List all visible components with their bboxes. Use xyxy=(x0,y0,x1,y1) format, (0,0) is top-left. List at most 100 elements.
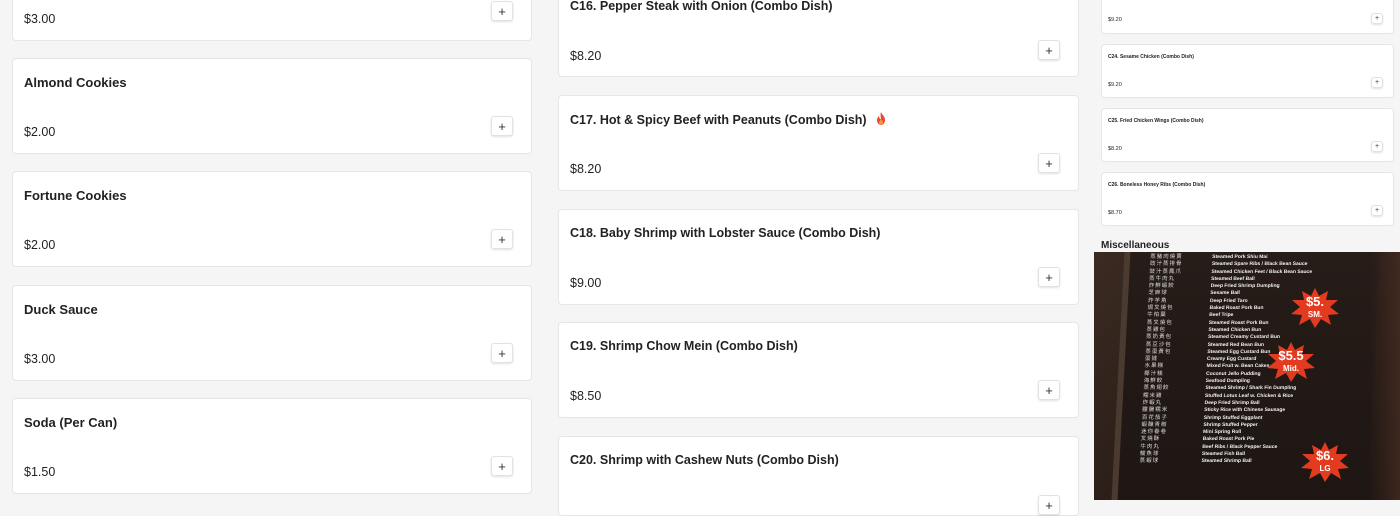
menu-item-card[interactable]: C17. Hot & Spicy Beef with Peanuts (Comb… xyxy=(558,95,1079,191)
english-menu-line: Steamed Chicken Feet / Black Bean Sauce xyxy=(1211,268,1313,275)
add-item-button[interactable]: + xyxy=(1038,40,1060,60)
item-title: C16. Pepper Steak with Onion (Combo Dish… xyxy=(570,0,833,13)
chinese-menu-line: 豉汁蒸鳳爪 xyxy=(1149,268,1183,275)
menu-item-card[interactable]: C24. Sesame Chicken (Combo Dish) $9.20 + xyxy=(1101,44,1394,98)
add-item-button[interactable]: + xyxy=(1371,13,1383,24)
item-title: C17. Hot & Spicy Beef with Peanuts (Comb… xyxy=(570,112,886,127)
item-price: $9.00 xyxy=(570,276,602,290)
menu-item-card[interactable]: C16. Pepper Steak with Onion (Combo Dish… xyxy=(558,0,1079,77)
chinese-menu-line: 糯米雞 xyxy=(1142,392,1163,399)
price-sticker: $5.5 Mid. xyxy=(1266,342,1316,382)
chinese-menu-line: 叉燒酥 xyxy=(1140,436,1161,443)
english-menu-line: Steamed Shrimp Ball xyxy=(1201,458,1252,465)
add-item-button[interactable]: + xyxy=(1371,77,1383,88)
menu-item-card[interactable]: C19. Shrimp Chow Mein (Combo Dish) $8.50… xyxy=(558,322,1079,418)
menu-item-card[interactable]: C26. Boneless Honey Ribs (Combo Dish) $8… xyxy=(1101,172,1394,226)
chinese-menu-line: 水果糕 xyxy=(1144,363,1165,370)
add-item-button[interactable]: + xyxy=(491,116,513,136)
item-price: $3.00 xyxy=(24,352,56,366)
item-title: C25. Fried Chicken Wings (Combo Dish) xyxy=(1108,118,1204,124)
english-menu-line: Sticky Rice with Chinese Sausage xyxy=(1204,407,1286,414)
english-menu-line: Steamed Spare Ribs / Black Bean Sauce xyxy=(1211,261,1308,268)
sticker-price: $6. xyxy=(1315,448,1335,463)
add-item-button[interactable]: + xyxy=(1038,153,1060,173)
item-price: $9.20 xyxy=(1108,82,1122,88)
item-price: $8.70 xyxy=(1108,210,1122,216)
menu-item-card[interactable]: Almond Cookies $2.00 + xyxy=(12,58,532,154)
menu-item-card[interactable]: $3.00 + xyxy=(12,0,532,41)
chinese-menu-line: 蒸叉燒包 xyxy=(1146,319,1173,326)
english-menu-line: Shrimp Stuffed Pepper xyxy=(1203,421,1258,428)
menu-item-card[interactable]: Soda (Per Can) $1.50 + xyxy=(12,398,532,494)
add-item-button[interactable]: + xyxy=(1371,141,1383,152)
sticker-size: Mid. xyxy=(1283,364,1299,373)
chinese-menu-line: 芝麻球 xyxy=(1148,290,1168,297)
menu-item-card[interactable]: Fortune Cookies $2.00 + xyxy=(12,171,532,267)
chinese-menu-line: 豉汁蒸排骨 xyxy=(1149,261,1183,268)
chinese-menu-line: 牛肉丸 xyxy=(1140,443,1160,450)
item-title: C20. Shrimp with Cashew Nuts (Combo Dish… xyxy=(570,453,839,467)
item-title: C26. Boneless Honey Ribs (Combo Dish) xyxy=(1108,182,1206,188)
english-menu-line: Steamed Shrimp / Shark Fin Dumpling xyxy=(1205,385,1297,392)
chinese-menu-line: 臘腸糯米 xyxy=(1142,407,1169,414)
menu-item-card[interactable]: C18. Baby Shrimp with Lobster Sauce (Com… xyxy=(558,209,1079,305)
chinese-menu-line: 蒸豆沙包 xyxy=(1145,341,1172,348)
section-heading: Miscellaneous xyxy=(1101,240,1170,251)
chinese-menu-line: 炸芋角 xyxy=(1147,297,1168,304)
english-menu-line: Stuffed Lotus Leaf w. Chicken & Rice xyxy=(1204,392,1294,399)
english-menu-line: Shrimp Stuffed Eggplant xyxy=(1203,414,1263,421)
item-price: $2.00 xyxy=(24,238,56,252)
menu-board-photo: 蒸豬肉燒賣 豉汁蒸排骨 豉汁蒸鳳爪 蒸牛肉丸 炸鮮蝦餃 芝麻球 炸芋角 焗叉燒包 牛柏葉 蒸叉燒包… xyxy=(1094,252,1400,500)
item-title: Almond Cookies xyxy=(24,75,127,90)
menu-item-card[interactable]: $9.20 + xyxy=(1101,0,1394,34)
english-menu-line: Steamed Creamy Custard Bun xyxy=(1207,334,1281,341)
item-title-text: C17. Hot & Spicy Beef with Peanuts (Comb… xyxy=(570,113,867,127)
item-title: Duck Sauce xyxy=(24,302,98,317)
item-title: Soda (Per Can) xyxy=(24,415,118,430)
photo-glare xyxy=(1370,252,1400,500)
english-menu-line: Baked Roast Pork Pie xyxy=(1202,436,1255,443)
price-sticker: $5. SM. xyxy=(1290,288,1340,328)
add-item-button[interactable]: + xyxy=(491,229,513,249)
english-menu-line: Steamed Chicken Bun xyxy=(1208,326,1262,333)
add-item-button[interactable]: + xyxy=(491,343,513,363)
item-title: C19. Shrimp Chow Mein (Combo Dish) xyxy=(570,339,798,353)
sticker-size: LG xyxy=(1319,464,1331,473)
add-item-button[interactable]: + xyxy=(491,456,513,476)
item-price: $2.00 xyxy=(24,125,56,139)
chinese-menu-line: 牛柏葉 xyxy=(1147,312,1167,319)
add-item-button[interactable]: + xyxy=(491,1,513,21)
menu-item-card[interactable]: Duck Sauce $3.00 + xyxy=(12,285,532,381)
chinese-menu-line: 百花茄子 xyxy=(1141,414,1168,421)
flame-icon xyxy=(877,112,886,125)
sticker-size: SM. xyxy=(1307,310,1323,319)
add-item-button[interactable]: + xyxy=(1038,380,1060,400)
price-sticker: $6. LG xyxy=(1300,442,1350,482)
sticker-price: $5.5 xyxy=(1278,348,1304,363)
item-title: C24. Sesame Chicken (Combo Dish) xyxy=(1108,54,1194,60)
item-title: C18. Baby Shrimp with Lobster Sauce (Com… xyxy=(570,226,881,240)
english-menu-line: Steamed Beef Ball xyxy=(1210,275,1255,282)
english-menu-line: Mini Spring Roll xyxy=(1202,429,1242,436)
chinese-menu-line: 蒸蝦球 xyxy=(1139,458,1160,465)
item-price: $8.20 xyxy=(1108,146,1122,152)
item-price: $9.20 xyxy=(1108,17,1122,23)
item-price: $8.50 xyxy=(570,389,602,403)
item-price: $1.50 xyxy=(24,465,56,479)
item-price: $3.00 xyxy=(24,12,56,26)
item-title: Fortune Cookies xyxy=(24,188,127,203)
item-price: $8.20 xyxy=(570,162,602,176)
chinese-text-column: 蒸豬肉燒賣 豉汁蒸排骨 豉汁蒸鳳爪 蒸牛肉丸 炸鮮蝦餃 芝麻球 炸芋角 焗叉燒包 牛柏葉 蒸叉燒包… xyxy=(1139,254,1210,466)
chinese-menu-line: 蒸奶黃包 xyxy=(1145,334,1173,341)
chinese-menu-line: 椰汁糕 xyxy=(1143,370,1164,377)
english-menu-line: Deep Fried Shrimp Ball xyxy=(1204,399,1260,406)
english-menu-line: Beef Ribs / Black Pepper Sauce xyxy=(1202,443,1278,450)
add-item-button[interactable]: + xyxy=(1371,205,1383,216)
menu-item-card[interactable]: C20. Shrimp with Cashew Nuts (Combo Dish… xyxy=(558,436,1079,516)
english-menu-line: Steamed Pork Shiu Mai xyxy=(1212,254,1268,260)
menu-item-card[interactable]: C25. Fried Chicken Wings (Combo Dish) $8… xyxy=(1101,108,1394,162)
chinese-menu-line: 蒸魚翅餃 xyxy=(1143,385,1170,392)
add-item-button[interactable]: + xyxy=(1038,495,1060,515)
add-item-button[interactable]: + xyxy=(1038,267,1060,287)
sticker-price: $5. xyxy=(1305,294,1325,309)
